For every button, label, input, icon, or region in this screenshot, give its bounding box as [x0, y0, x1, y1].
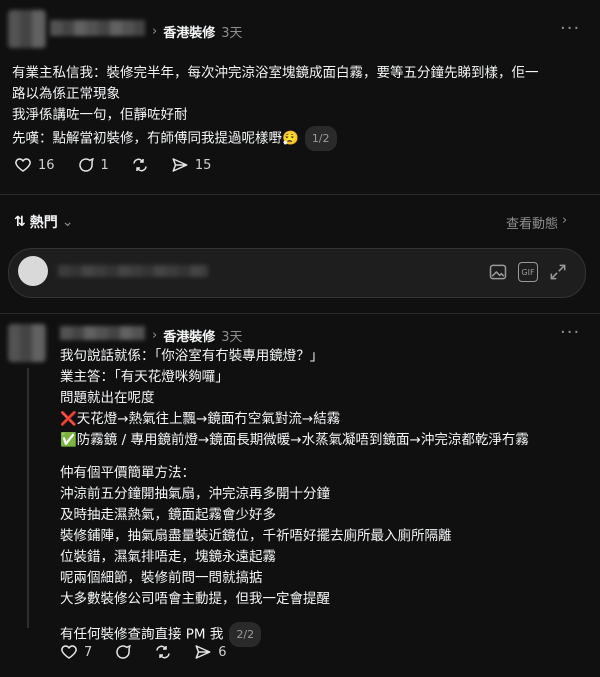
breadcrumb: › 香港裝修 3天	[152, 326, 243, 345]
group-name[interactable]: 香港裝修	[163, 22, 215, 41]
sort-icon: ⇅	[14, 214, 26, 230]
comment-button[interactable]: 1	[77, 156, 109, 174]
heart-icon	[14, 156, 32, 174]
post-line: 有任何裝修查詢直接 PM 我	[60, 626, 224, 643]
repost-button[interactable]	[131, 156, 149, 174]
image-icon[interactable]	[488, 262, 508, 286]
chevron-right-icon: ›	[152, 24, 158, 39]
expand-icon[interactable]	[548, 262, 568, 286]
comment-icon	[77, 156, 95, 174]
post-line: ✅防霧鏡 / 專用鏡前燈→鏡面長期微暖→水蒸氣凝唔到鏡面→沖完涼都乾淨冇霧	[60, 432, 529, 448]
post-line: 呢兩個細節，裝修前問一問就搞掂	[60, 570, 263, 586]
share-count: 15	[194, 157, 212, 173]
divider	[0, 313, 600, 314]
post-time: 3天	[221, 26, 243, 41]
post-line: 位裝錯，濕氣排唔走，塊鏡永遠起霧	[60, 549, 276, 565]
view-activity-link[interactable]: 查看動態 ›	[506, 213, 567, 232]
divider	[0, 194, 600, 195]
like-button[interactable]: 7	[60, 643, 92, 661]
more-icon[interactable]: ···	[560, 322, 580, 343]
post-line: 裝修鋪陣，抽氣扇盡量裝近鏡位，千祈唔好擺去廁所最入廁所隔離	[60, 528, 452, 544]
post-line: 及時抽走濕熱氣，鏡面起霧會少好多	[60, 507, 276, 523]
breadcrumb: › 香港裝修 3天	[152, 22, 243, 41]
post-line: 大多數裝修公司唔會主動提，但我一定會提醒	[60, 591, 330, 607]
view-activity-label: 查看動態	[506, 217, 559, 232]
post-actions: 7 6	[60, 643, 227, 661]
post-line: 問題就出在呢度	[60, 390, 155, 406]
like-count: 16	[38, 157, 55, 173]
composer-avatar	[18, 256, 48, 286]
more-icon[interactable]: ···	[560, 18, 580, 39]
page-indicator: 2/2	[229, 622, 262, 647]
sort-dropdown[interactable]: ⇅ 熱門 ⌄	[14, 212, 73, 232]
comment-icon	[114, 643, 132, 661]
post-line: ❌天花燈→熱氣往上飄→鏡面冇空氣對流→結霧	[60, 411, 341, 427]
post-line: 我淨係講咗一句，佢靜咗好耐	[12, 107, 188, 123]
chevron-right-icon: ›	[562, 213, 568, 228]
reply-input[interactable]	[58, 265, 208, 277]
page-indicator: 1/2	[304, 126, 337, 151]
send-icon	[194, 643, 212, 661]
post-line: 路以為係正常現象	[12, 86, 120, 102]
group-name[interactable]: 香港裝修	[163, 326, 215, 345]
thread-line	[27, 368, 29, 628]
post-actions: 16 1 15	[14, 156, 211, 174]
chevron-right-icon: ›	[152, 328, 158, 343]
sort-label: 熱門	[29, 215, 58, 231]
post-line: 沖涼前五分鐘開抽氣扇，沖完涼再多開十分鐘	[60, 486, 330, 502]
share-count: 6	[218, 644, 227, 660]
post-line: 我句說話就係：「你浴室有冇裝專用鏡燈？」	[60, 348, 324, 364]
heart-icon	[60, 643, 78, 661]
chevron-down-icon: ⌄	[61, 214, 74, 230]
repost-button[interactable]	[154, 643, 172, 661]
repost-icon	[131, 156, 149, 174]
like-count: 7	[84, 644, 93, 660]
post-time: 3天	[221, 330, 243, 345]
username[interactable]	[50, 20, 145, 36]
post-line: 仲有個平價簡單方法：	[60, 465, 195, 481]
comment-button[interactable]	[114, 643, 132, 661]
gif-icon[interactable]: GIF	[518, 262, 538, 282]
avatar[interactable]	[8, 324, 46, 362]
share-button[interactable]: 15	[171, 156, 212, 174]
post-line: 業主答：「有天花燈咪夠囉」	[60, 369, 229, 385]
username[interactable]	[60, 326, 145, 340]
send-icon	[171, 156, 189, 174]
post-body: 我句說話就係：「你浴室有冇裝專用鏡燈？」 業主答：「有天花燈咪夠囉」 問題就出在…	[60, 346, 595, 647]
post-body: 有業主私信我：裝修完半年，每次沖完涼浴室塊鏡成面白霧，要等五分鐘先睇到樣，佢一 …	[12, 63, 597, 151]
like-button[interactable]: 16	[14, 156, 55, 174]
comment-count: 1	[100, 157, 109, 173]
repost-icon	[154, 643, 172, 661]
share-button[interactable]: 6	[194, 643, 227, 661]
post-line: 先嘆：點解當初裝修，冇師傅同我提過呢樣嘢😮‍💨	[12, 130, 299, 147]
post-line: 有業主私信我：裝修完半年，每次沖完涼浴室塊鏡成面白霧，要等五分鐘先睇到樣，佢一	[12, 65, 539, 81]
avatar[interactable]	[8, 10, 46, 48]
